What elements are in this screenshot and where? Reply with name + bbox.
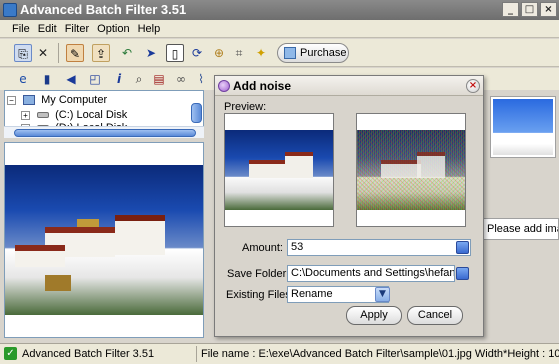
menu-option[interactable]: Option xyxy=(97,20,129,37)
doc-icon[interactable]: ▤ xyxy=(150,70,168,88)
tree-vscroll-thumb[interactable] xyxy=(191,103,202,123)
tree-item-my-computer[interactable]: − My Computer xyxy=(7,93,107,107)
status-file-info: File name : E:\exe\Advanced Batch Filter… xyxy=(201,348,559,360)
status-bar: ✓ Advanced Batch Filter 3.51 File name :… xyxy=(0,343,559,364)
copy-icon[interactable]: ⎘ xyxy=(14,44,32,62)
minimize-button[interactable]: _ xyxy=(502,2,519,17)
hscroll-thumb[interactable] xyxy=(14,129,196,137)
glasses-icon[interactable]: ∞ xyxy=(172,70,190,88)
collapse-icon[interactable]: − xyxy=(7,95,16,105)
app-icon xyxy=(3,3,17,17)
amount-slider-button[interactable] xyxy=(456,241,469,254)
status-check-icon: ✓ xyxy=(4,347,17,360)
bulb-icon[interactable]: ✦ xyxy=(252,44,270,62)
next-icon[interactable]: ➤ xyxy=(142,44,160,62)
frame-icon[interactable]: ◰ xyxy=(86,70,104,88)
existing-files-label: Existing Files: xyxy=(226,289,294,301)
brush-icon[interactable]: ⌇ xyxy=(192,70,210,88)
info-icon[interactable]: i xyxy=(110,70,128,88)
delete-icon[interactable]: ✕ xyxy=(34,44,52,62)
title-bar: Advanced Batch Filter 3.51 _ □ × xyxy=(0,0,559,20)
disk-icon xyxy=(37,112,50,119)
image-preview xyxy=(4,142,204,338)
expand-icon[interactable]: + xyxy=(21,110,30,120)
dialog-close-icon[interactable]: × xyxy=(466,79,480,93)
existing-files-select[interactable]: Rename xyxy=(287,286,389,303)
menu-filter[interactable]: Filter xyxy=(65,20,89,37)
rotate-icon[interactable]: ⟳ xyxy=(188,44,206,62)
cancel-button[interactable]: Cancel xyxy=(407,306,463,325)
preview-label: Preview: xyxy=(224,101,267,113)
palace-photo xyxy=(5,165,203,315)
add-noise-dialog: Add noise × Preview: Amount: 53 Save Fol… xyxy=(214,75,484,337)
menu-bar: File Edit Filter Option Help xyxy=(0,20,559,38)
computer-icon xyxy=(23,95,36,106)
thumbnail-image[interactable] xyxy=(490,96,556,158)
dialog-icon xyxy=(218,80,230,92)
close-button[interactable]: × xyxy=(540,2,557,17)
export-icon[interactable]: ⇪ xyxy=(92,44,110,62)
browse-folder-button[interactable] xyxy=(456,267,469,280)
save-folder-field[interactable]: C:\Documents and Settings\hefan\My Doc xyxy=(287,265,455,282)
original-preview xyxy=(224,113,334,227)
amount-field[interactable]: 53 xyxy=(287,239,471,256)
window-title: Advanced Batch Filter 3.51 xyxy=(20,2,187,17)
edit-icon[interactable]: ✎ xyxy=(66,44,84,62)
ie-icon[interactable]: e xyxy=(14,70,32,88)
page-icon[interactable]: ▯ xyxy=(166,44,184,62)
add-image-notice: Please add image xyxy=(480,218,559,240)
menu-file[interactable]: File xyxy=(12,20,30,37)
maximize-button[interactable]: □ xyxy=(521,2,538,17)
save-folder-label: Save Folder: xyxy=(227,268,290,280)
tree-hscroll[interactable] xyxy=(4,126,204,138)
amount-label: Amount: xyxy=(242,242,283,254)
noise-preview xyxy=(356,113,466,227)
status-app-name: Advanced Batch Filter 3.51 xyxy=(22,348,155,360)
undo-icon[interactable]: ↶ xyxy=(118,44,136,62)
dropdown-arrow-icon[interactable]: ▼ xyxy=(375,287,390,302)
book-icon[interactable]: ▮ xyxy=(38,70,56,88)
menu-help[interactable]: Help xyxy=(138,20,161,37)
menu-edit[interactable]: Edit xyxy=(38,20,57,37)
dialog-title: Add noise xyxy=(233,79,292,93)
back-icon[interactable]: ◀ xyxy=(62,70,80,88)
tree-item-drive-c[interactable]: + (C:) Local Disk xyxy=(21,108,127,122)
search-icon[interactable]: ⌕ xyxy=(130,70,148,88)
apply-button[interactable]: Apply xyxy=(346,306,402,325)
main-toolbar: ⎘ ✕ ✎ ⇪ ↶ ➤ ▯ ⟳ ⊕ ⌗ ✦ Purchase xyxy=(0,39,559,67)
cube-icon xyxy=(284,47,296,59)
crop-icon[interactable]: ⌗ xyxy=(230,44,248,62)
zoom-icon[interactable]: ⊕ xyxy=(210,44,228,62)
dialog-title-bar: Add noise × xyxy=(215,76,483,96)
purchase-button[interactable]: Purchase xyxy=(277,43,349,63)
